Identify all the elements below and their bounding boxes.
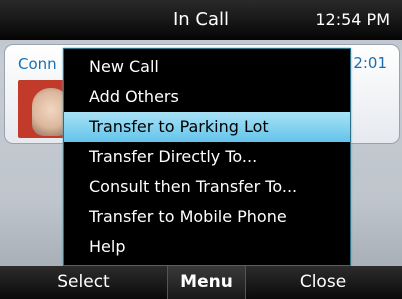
- call-status-label: Conn: [18, 55, 57, 73]
- select-softkey[interactable]: Select: [0, 266, 167, 299]
- menu-item-transfer-to-mobile[interactable]: Transfer to Mobile Phone: [64, 202, 350, 232]
- status-bar: In Call 12:54 PM: [0, 0, 402, 40]
- softkey-bar: Select Menu Close: [0, 266, 402, 299]
- menu-item-transfer-directly[interactable]: Transfer Directly To...: [64, 142, 350, 172]
- context-menu: New Call Add Others Transfer to Parking …: [63, 48, 351, 266]
- clock: 12:54 PM: [315, 10, 390, 29]
- menu-item-help[interactable]: Help: [64, 232, 350, 262]
- menu-item-consult-then-transfer[interactable]: Consult then Transfer To...: [64, 172, 350, 202]
- menu-item-new-call[interactable]: New Call: [64, 52, 350, 82]
- call-duration: 2:01: [353, 54, 387, 72]
- menu-item-transfer-to-parking-lot[interactable]: Transfer to Parking Lot: [64, 112, 350, 142]
- menu-softkey[interactable]: Menu: [167, 266, 246, 299]
- menu-item-add-others[interactable]: Add Others: [64, 82, 350, 112]
- close-softkey[interactable]: Close: [244, 266, 402, 299]
- phone-screen: In Call 12:54 PM Conn 2:01 New Call Add …: [0, 0, 402, 299]
